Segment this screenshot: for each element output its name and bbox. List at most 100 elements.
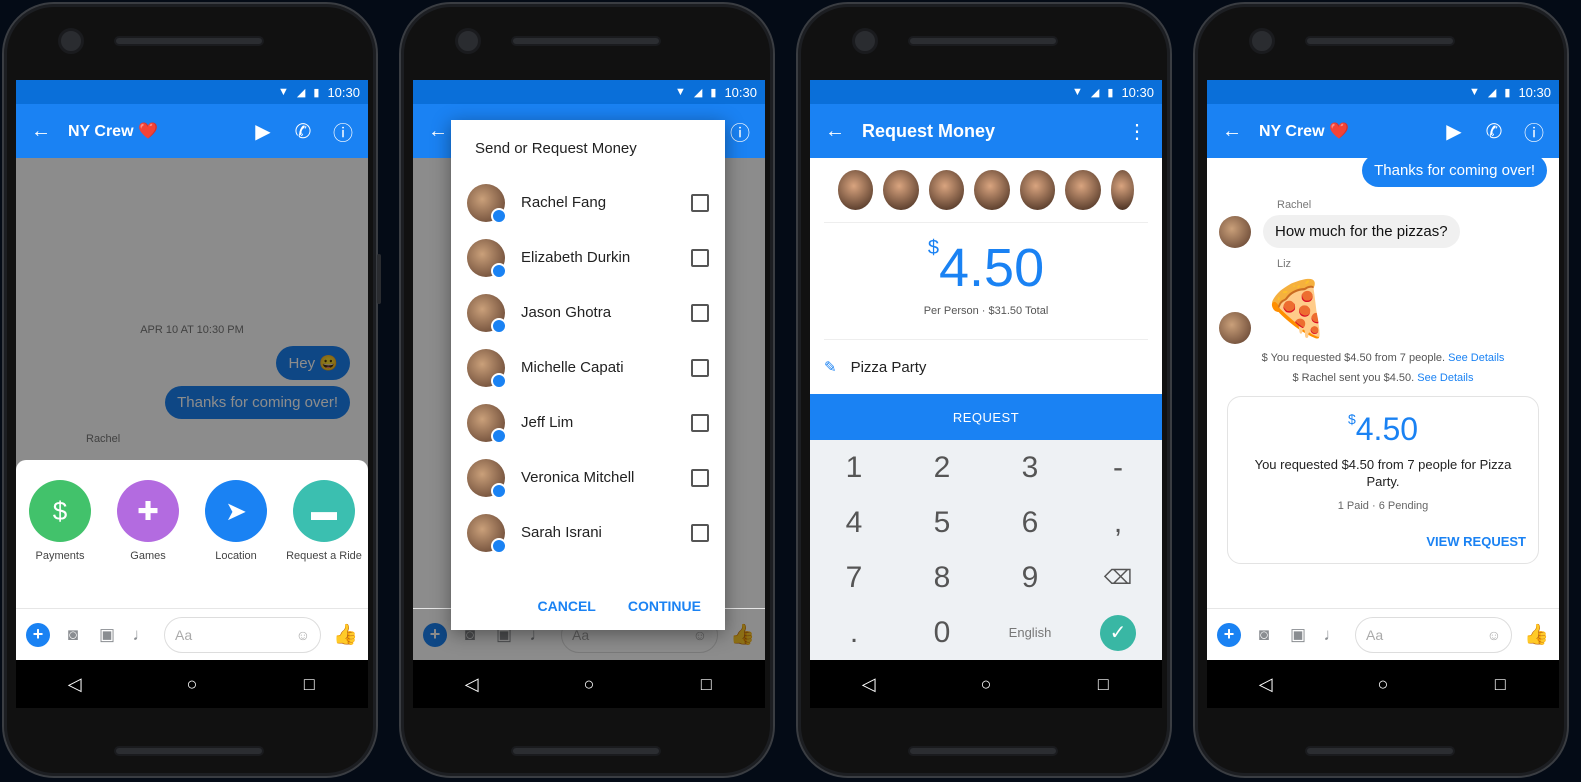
- checkbox[interactable]: [691, 248, 709, 267]
- battery-icon: ▮: [710, 86, 717, 99]
- info-icon[interactable]: ⓘ: [1521, 117, 1547, 146]
- back-nav-icon[interactable]: ◁: [55, 674, 95, 695]
- contact-row[interactable]: Jason Ghotra: [451, 285, 725, 340]
- see-details-link[interactable]: See Details: [1417, 372, 1473, 384]
- key[interactable]: 8: [898, 561, 986, 595]
- system-message: $ Rachel sent you $4.50. See Details: [1292, 372, 1474, 384]
- key[interactable]: 1: [810, 451, 898, 485]
- contact-row[interactable]: Michelle Capati: [451, 340, 725, 395]
- home-nav-icon[interactable]: ○: [966, 674, 1006, 695]
- message-input[interactable]: Aa ☺: [1355, 616, 1513, 653]
- continue-button[interactable]: CONTINUE: [628, 598, 701, 614]
- home-nav-icon[interactable]: ○: [1363, 674, 1403, 695]
- overflow-menu-icon[interactable]: ⋮: [1124, 119, 1150, 144]
- contact-row[interactable]: Rachel Fang: [451, 175, 725, 230]
- camera-icon[interactable]: ◙: [1253, 625, 1275, 645]
- pizza-sticker-icon[interactable]: 🍕: [1263, 274, 1330, 344]
- image-icon[interactable]: ▣: [1287, 625, 1309, 645]
- see-details-link[interactable]: See Details: [1448, 352, 1504, 364]
- recents-nav-icon[interactable]: □: [1480, 674, 1520, 695]
- avatar[interactable]: [883, 170, 919, 210]
- key[interactable]: 4: [810, 506, 898, 540]
- image-icon[interactable]: ▣: [96, 625, 118, 645]
- back-arrow-icon[interactable]: ←: [1219, 120, 1245, 143]
- key[interactable]: .: [810, 616, 898, 650]
- home-nav-icon[interactable]: ○: [172, 674, 212, 695]
- emoji-icon[interactable]: ☺: [1487, 627, 1501, 643]
- back-arrow-icon[interactable]: ←: [425, 120, 451, 143]
- back-arrow-icon[interactable]: ←: [822, 120, 848, 143]
- video-call-icon[interactable]: ▶: [250, 119, 276, 144]
- memo-field[interactable]: ✎ Pizza Party: [824, 339, 1148, 376]
- app-request-ride[interactable]: ▬ Request a Ride: [284, 480, 364, 562]
- app-payments[interactable]: $ Payments: [20, 480, 100, 562]
- video-call-icon[interactable]: ▶: [1441, 119, 1467, 144]
- avatar[interactable]: [838, 170, 874, 210]
- key[interactable]: 3: [986, 451, 1074, 485]
- plus-icon[interactable]: +: [1217, 622, 1241, 647]
- key[interactable]: -: [1074, 451, 1162, 485]
- contact-row[interactable]: Sarah Israni: [451, 505, 725, 560]
- camera-icon[interactable]: ◙: [62, 625, 84, 645]
- checkbox[interactable]: [691, 193, 709, 212]
- recents-nav-icon[interactable]: □: [289, 674, 329, 695]
- key[interactable]: ,: [1074, 506, 1162, 540]
- checkbox[interactable]: [691, 468, 709, 487]
- contact-row[interactable]: Elizabeth Durkin: [451, 230, 725, 285]
- key[interactable]: 0: [898, 616, 986, 650]
- thumbs-up-icon[interactable]: 👍: [333, 622, 358, 647]
- checkbox[interactable]: [691, 523, 709, 542]
- avatar: [467, 183, 507, 224]
- language-key[interactable]: English: [986, 625, 1074, 640]
- key[interactable]: 7: [810, 561, 898, 595]
- info-icon[interactable]: ⓘ: [727, 117, 753, 146]
- home-nav-icon[interactable]: ○: [569, 674, 609, 695]
- key[interactable]: 2: [898, 451, 986, 485]
- key[interactable]: 6: [986, 506, 1074, 540]
- mic-icon[interactable]: ♩: [130, 625, 152, 645]
- recents-nav-icon[interactable]: □: [1083, 674, 1123, 695]
- key[interactable]: 5: [898, 506, 986, 540]
- avatar[interactable]: [928, 170, 965, 210]
- backspace-icon[interactable]: ⌫: [1074, 565, 1162, 590]
- avatar[interactable]: [1219, 312, 1251, 344]
- view-request-button[interactable]: VIEW REQUEST: [1426, 534, 1526, 549]
- avatar[interactable]: [1110, 170, 1134, 210]
- avatar[interactable]: [974, 170, 1010, 210]
- battery-icon: ▮: [313, 86, 320, 99]
- wifi-icon: ▼: [278, 86, 289, 98]
- mic-icon[interactable]: ♩: [1321, 625, 1343, 645]
- back-nav-icon[interactable]: ◁: [1246, 674, 1286, 695]
- phone-call-icon[interactable]: ✆: [1481, 119, 1507, 144]
- app-games[interactable]: ✚ Games: [108, 480, 188, 562]
- checkbox[interactable]: [691, 413, 709, 432]
- info-icon[interactable]: ⓘ: [330, 117, 356, 146]
- back-nav-icon[interactable]: ◁: [849, 674, 889, 695]
- android-nav-bar: ◁ ○ □: [1207, 660, 1559, 708]
- cancel-button[interactable]: CANCEL: [538, 598, 596, 614]
- contact-row[interactable]: Veronica Mitchell: [451, 450, 725, 505]
- amount-display: $4.50: [927, 237, 1045, 298]
- back-arrow-icon[interactable]: ←: [28, 120, 54, 143]
- checkmark-icon[interactable]: ✓: [1100, 614, 1136, 651]
- request-button[interactable]: REQUEST: [810, 394, 1162, 440]
- plus-icon[interactable]: +: [26, 622, 50, 647]
- avatar[interactable]: [1065, 170, 1101, 210]
- avatar[interactable]: [1019, 170, 1056, 210]
- phone-call-icon[interactable]: ✆: [290, 119, 316, 144]
- key[interactable]: 9: [986, 561, 1074, 595]
- message-bubble[interactable]: How much for the pizzas?: [1263, 215, 1460, 248]
- message-bubble[interactable]: Thanks for coming over!: [1362, 154, 1547, 187]
- message-input[interactable]: Aa ☺: [164, 616, 322, 653]
- thumbs-up-icon[interactable]: 👍: [1524, 622, 1549, 647]
- recents-nav-icon[interactable]: □: [686, 674, 726, 695]
- battery-icon: ▮: [1107, 86, 1114, 99]
- app-location[interactable]: ➤ Location: [196, 480, 276, 562]
- avatar[interactable]: [1219, 216, 1251, 248]
- back-nav-icon[interactable]: ◁: [452, 674, 492, 695]
- contact-row[interactable]: Jeff Lim: [451, 395, 725, 450]
- checkbox[interactable]: [691, 358, 709, 377]
- contact-name: Veronica Mitchell: [521, 469, 635, 486]
- emoji-icon[interactable]: ☺: [296, 627, 310, 643]
- checkbox[interactable]: [691, 303, 709, 322]
